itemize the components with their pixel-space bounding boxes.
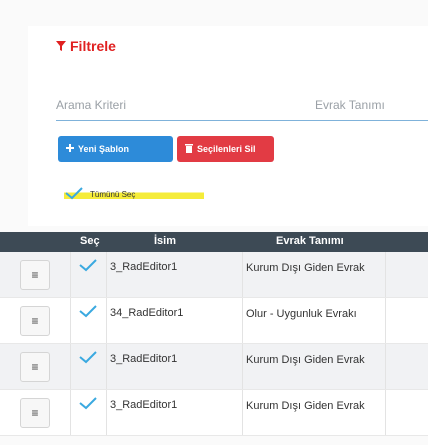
- filter-panel: Filtrele Arama Kriteri Evrak Tanımı Yeni…: [28, 26, 428, 226]
- row-name: 3_RadEditor1: [110, 353, 178, 365]
- table-row[interactable]: ≡ 3_RadEditor1 Kurum Dışı Giden Evrak: [0, 344, 428, 390]
- check-icon: [64, 186, 84, 202]
- delete-selected-button[interactable]: Seçilenleri Sil: [177, 136, 274, 162]
- menu-icon[interactable]: ≡: [20, 352, 50, 382]
- column-header-select: Seç: [80, 235, 100, 247]
- filter-title-label: Filtrele: [70, 38, 116, 54]
- table-row[interactable]: ≡ 34_RadEditor1 Olur - Uygunluk Evrakı: [0, 298, 428, 344]
- plus-icon: [66, 144, 74, 154]
- divider: [242, 252, 243, 297]
- divider: [70, 298, 71, 343]
- row-doc-type: Kurum Dışı Giden Evrak: [246, 354, 365, 366]
- divider: [106, 344, 107, 389]
- row-doc-type: Kurum Dışı Giden Evrak: [246, 262, 365, 274]
- divider: [70, 344, 71, 389]
- row-checkbox[interactable]: [78, 350, 98, 369]
- select-all-label: Tümünü Seç: [90, 189, 136, 199]
- divider: [242, 344, 243, 389]
- menu-icon[interactable]: ≡: [20, 260, 50, 290]
- search-placeholder: Arama Kriteri: [56, 98, 127, 112]
- delete-selected-label: Seçilenleri Sil: [197, 144, 256, 154]
- row-doc-type: Olur - Uygunluk Evrakı: [246, 308, 357, 320]
- doc-type-field[interactable]: Evrak Tanımı: [315, 94, 428, 120]
- divider: [106, 298, 107, 343]
- row-doc-type: Kurum Dışı Giden Evrak: [246, 400, 365, 412]
- divider: [70, 252, 71, 297]
- menu-icon[interactable]: ≡: [20, 398, 50, 428]
- table-header: Seç İsim Evrak Tanımı: [0, 232, 428, 252]
- row-checkbox[interactable]: [78, 396, 98, 415]
- new-template-label: Yeni Şablon: [78, 144, 130, 154]
- row-checkbox[interactable]: [78, 304, 98, 323]
- filter-title[interactable]: Filtrele: [56, 38, 116, 54]
- templates-table: Seç İsim Evrak Tanımı ≡ 3_RadEditor1 Kur…: [0, 232, 428, 436]
- column-header-doc-type: Evrak Tanımı: [276, 235, 344, 247]
- doc-type-underline: [315, 120, 428, 121]
- doc-type-placeholder: Evrak Tanımı: [315, 98, 385, 112]
- table-row[interactable]: ≡ 3_RadEditor1 Kurum Dışı Giden Evrak: [0, 252, 428, 298]
- search-field[interactable]: Arama Kriteri: [56, 94, 316, 121]
- divider: [242, 298, 243, 343]
- filter-icon: [56, 38, 66, 54]
- row-name: 34_RadEditor1: [110, 307, 184, 319]
- row-name: 3_RadEditor1: [110, 399, 178, 411]
- divider: [106, 390, 107, 435]
- menu-icon[interactable]: ≡: [20, 306, 50, 336]
- divider: [70, 390, 71, 435]
- page-frame: Filtrele Arama Kriteri Evrak Tanımı Yeni…: [0, 0, 428, 445]
- divider: [242, 390, 243, 435]
- new-template-button[interactable]: Yeni Şablon: [58, 136, 173, 162]
- column-header-name: İsim: [154, 235, 177, 247]
- row-checkbox[interactable]: [78, 258, 98, 277]
- table-row[interactable]: ≡ 3_RadEditor1 Kurum Dışı Giden Evrak: [0, 390, 428, 436]
- trash-icon: [185, 143, 193, 155]
- row-name: 3_RadEditor1: [110, 261, 178, 273]
- select-all-toggle[interactable]: Tümünü Seç: [64, 186, 204, 202]
- divider: [106, 252, 107, 297]
